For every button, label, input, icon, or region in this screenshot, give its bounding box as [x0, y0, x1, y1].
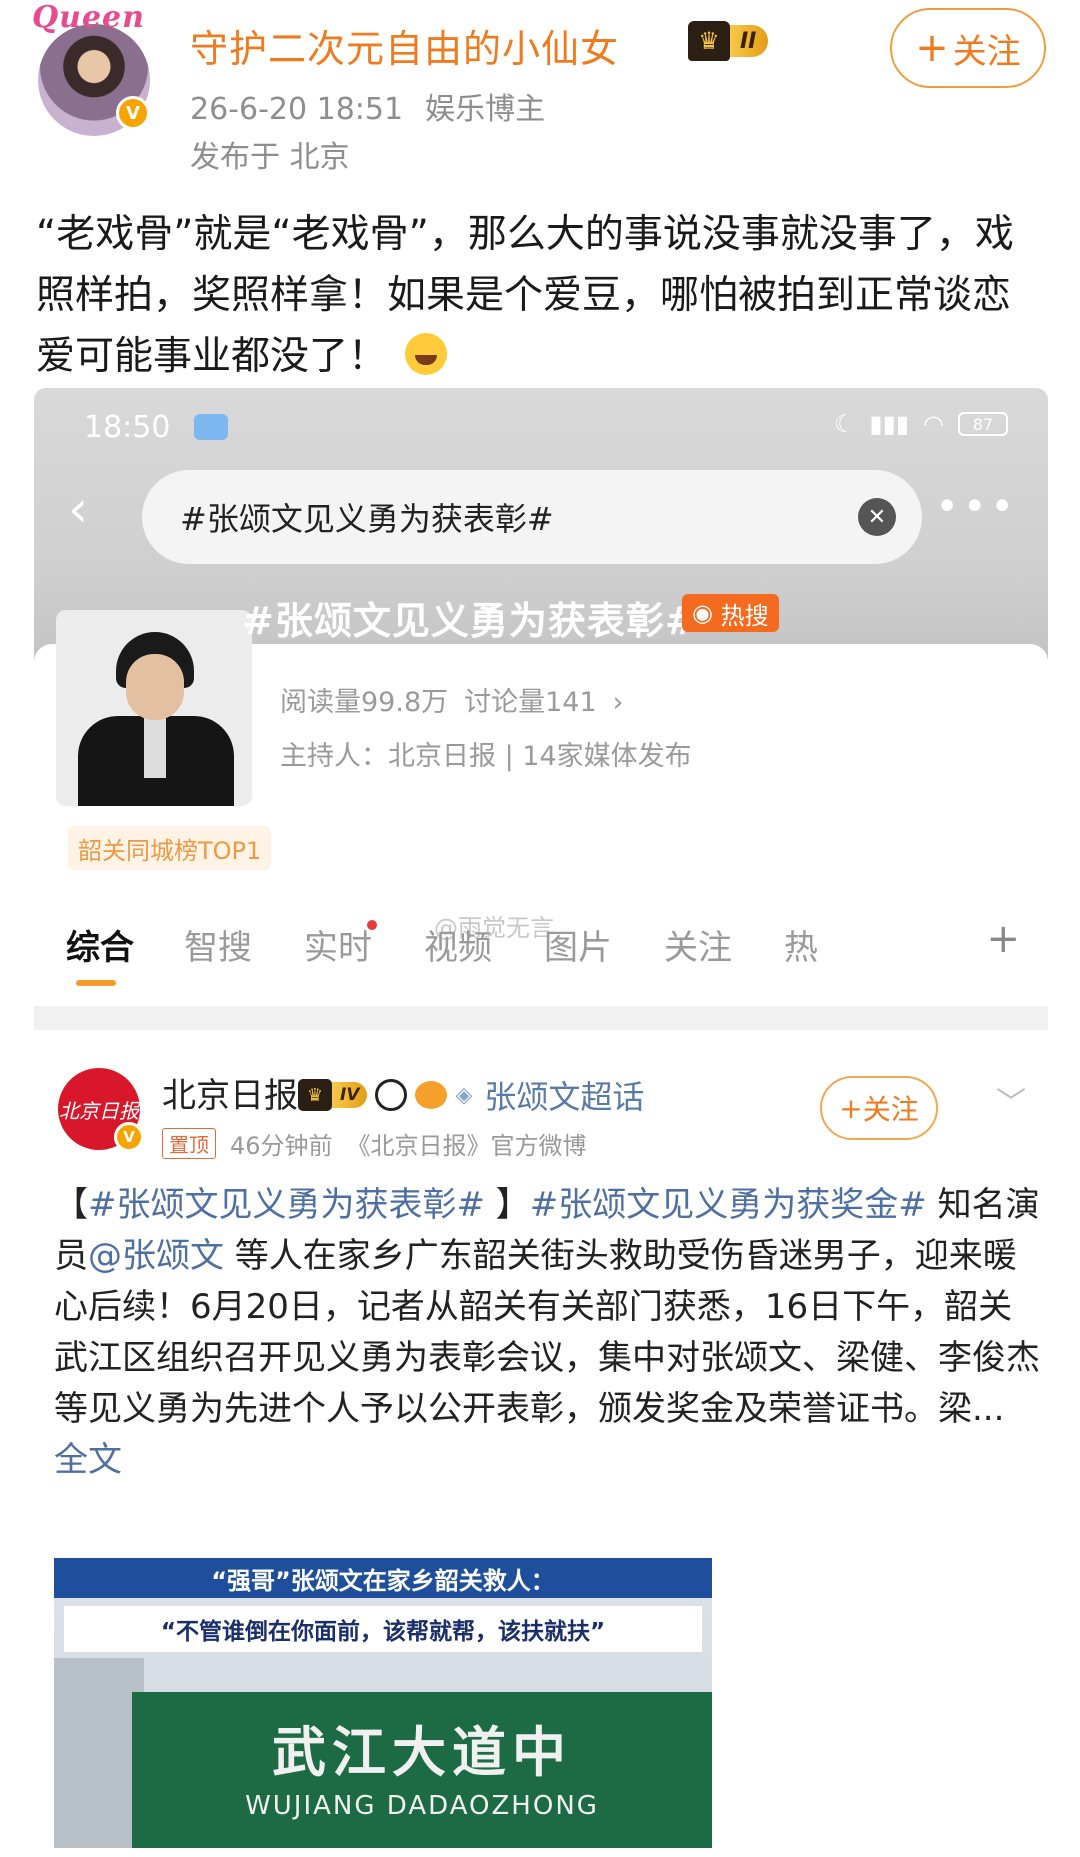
- building-shape: [54, 1658, 144, 1848]
- status-time: 18:50: [84, 410, 171, 445]
- news-image[interactable]: “强哥”张颂文在家乡韶关救人： “不管谁倒在你面前，该帮就帮，该扶就扶” 武江大…: [54, 1558, 712, 1848]
- topic-host: 主持人：北京日报 | 14家媒体发布: [280, 741, 692, 772]
- tab-智搜[interactable]: 智搜: [184, 920, 252, 969]
- post-time: 26-6-20 18:51: [190, 92, 404, 127]
- bird-icon: [415, 1081, 448, 1109]
- follow-label: 关注: [952, 31, 1021, 72]
- topic-title: #张颂文见义勇为获表彰#: [242, 599, 698, 643]
- discussion-count: 讨论量141: [464, 687, 597, 718]
- plus-icon: +: [915, 25, 949, 71]
- sub-post-badges: ♛ IV ◈ 张颂文超话: [298, 1072, 644, 1118]
- level-label: II: [730, 25, 769, 57]
- author-avatar[interactable]: Queen V: [32, 0, 156, 136]
- search-input[interactable]: #张颂文见义勇为获表彰# ✕: [142, 470, 922, 564]
- hashtag-link[interactable]: #张颂文见义勇为获表彰#: [88, 1185, 485, 1225]
- battery-icon: 87: [958, 412, 1008, 436]
- crown-icon: ♛: [688, 21, 730, 61]
- sub-post-source: 《北京日报》官方微博: [346, 1132, 587, 1160]
- section-divider: [34, 1006, 1048, 1030]
- clear-icon[interactable]: ✕: [858, 498, 896, 536]
- tab-综合[interactable]: 综合: [66, 920, 134, 969]
- sub-post-meta: 置顶 46分钟前 《北京日报》官方微博: [162, 1126, 587, 1161]
- more-icon[interactable]: •••: [935, 487, 1018, 527]
- supertopic-link[interactable]: 张颂文超话: [484, 1072, 644, 1118]
- new-dot-icon: [367, 920, 377, 930]
- weather-icon: [194, 414, 228, 440]
- avatar-decoration: Queen: [32, 0, 145, 35]
- add-tab-icon[interactable]: +: [986, 916, 1020, 962]
- read-count: 阅读量99.8万: [280, 687, 449, 718]
- sub-post-time: 46分钟前: [230, 1132, 333, 1160]
- mention-link[interactable]: @张颂文: [88, 1236, 224, 1276]
- post-body: “老戏骨”就是“老戏骨”，那么大的事说没事就没事了，戏照样拍，奖照样拿！如果是个…: [36, 204, 1046, 387]
- text-mid: 】: [484, 1185, 530, 1225]
- post-meta: 26-6-20 18:51 娱乐博主: [190, 84, 545, 128]
- back-icon[interactable]: ‹: [68, 484, 104, 534]
- verified-icon: V: [114, 1122, 144, 1152]
- hot-search-badge[interactable]: ◉ 热搜: [682, 594, 779, 632]
- topic-stats[interactable]: 阅读量99.8万 讨论量141 ›: [280, 680, 623, 719]
- topic-photo[interactable]: [56, 610, 252, 806]
- photo-face: [126, 654, 184, 720]
- chevron-down-icon[interactable]: ﹀: [996, 1078, 1026, 1122]
- tab-实时[interactable]: 实时: [304, 920, 372, 969]
- laughing-emoji-icon: [405, 333, 448, 375]
- tab-关注[interactable]: 关注: [664, 920, 732, 969]
- search-query: #张颂文见义勇为获表彰#: [180, 500, 554, 538]
- signal-icon: ▮▮▮: [869, 410, 910, 438]
- road-sign: 武江大道中 WUJIANG DADAOZHONG: [132, 1692, 712, 1848]
- tab-热[interactable]: 热: [784, 920, 818, 969]
- follow-label: 关注: [862, 1093, 919, 1126]
- moon-icon: ☾: [833, 410, 856, 438]
- news-banner: “强哥”张颂文在家乡韶关救人：: [54, 1558, 712, 1598]
- road-sign-cn: 武江大道中: [272, 1721, 572, 1784]
- news-quote: “不管谁倒在你面前，该帮就帮，该扶就扶”: [64, 1606, 702, 1652]
- supertopic-icon: ◈: [455, 1082, 473, 1108]
- crown-icon: ♛: [298, 1079, 332, 1111]
- chevron-right-icon: ›: [612, 687, 624, 718]
- rank-tag[interactable]: 韶关同城榜TOP1: [68, 826, 272, 870]
- verified-icon: V: [116, 96, 150, 130]
- active-tab-indicator: [76, 980, 116, 986]
- sub-post-body: 【#张颂文见义勇为获表彰# 】#张颂文见义勇为获奖金# 知名演员@张颂文 等人在…: [54, 1180, 1044, 1486]
- sub-post-author[interactable]: 北京日报: [162, 1068, 298, 1117]
- pinned-badge: 置顶: [162, 1128, 216, 1159]
- embedded-screenshot[interactable]: 18:50 ☾ ▮▮▮ ◠ 87 ‹ #张颂文见义勇为获表彰# ✕ ••• #张…: [34, 388, 1048, 1848]
- post-location: 发布于 北京: [190, 140, 350, 175]
- wifi-icon: ◠: [923, 410, 944, 438]
- fire-icon: ◉: [692, 599, 713, 627]
- author-role: 娱乐博主: [425, 92, 546, 127]
- vip-level-badge[interactable]: ♛ II: [688, 20, 769, 62]
- hashtag-link[interactable]: #张颂文见义勇为获奖金#: [530, 1185, 927, 1225]
- full-text-link[interactable]: 全文: [54, 1440, 122, 1480]
- level-label: IV: [332, 1082, 368, 1108]
- tab-图片[interactable]: 图片: [544, 920, 612, 969]
- author-username[interactable]: 守护二次元自由的小仙女: [190, 18, 619, 73]
- sub-follow-button[interactable]: + 关注: [820, 1076, 938, 1140]
- follow-button[interactable]: + 关注: [890, 8, 1046, 88]
- plus-icon: +: [839, 1091, 863, 1125]
- panda-icon: [375, 1079, 408, 1111]
- hot-tag-label: 热搜: [720, 601, 769, 630]
- text-prefix: 【: [54, 1185, 88, 1225]
- tab-bar: 综合 智搜 实时 视频 图片 关注 热 +: [34, 916, 1048, 990]
- tab-视频[interactable]: 视频: [424, 920, 492, 969]
- post-text: “老戏骨”就是“老戏骨”，那么大的事说没事就没事了，戏照样拍，奖照样拿！如果是个…: [36, 212, 1014, 379]
- road-sign-pinyin: WUJIANG DADAOZHONG: [245, 1791, 599, 1821]
- photo-collar: [144, 718, 166, 778]
- status-icons: ☾ ▮▮▮ ◠ 87: [834, 410, 1008, 438]
